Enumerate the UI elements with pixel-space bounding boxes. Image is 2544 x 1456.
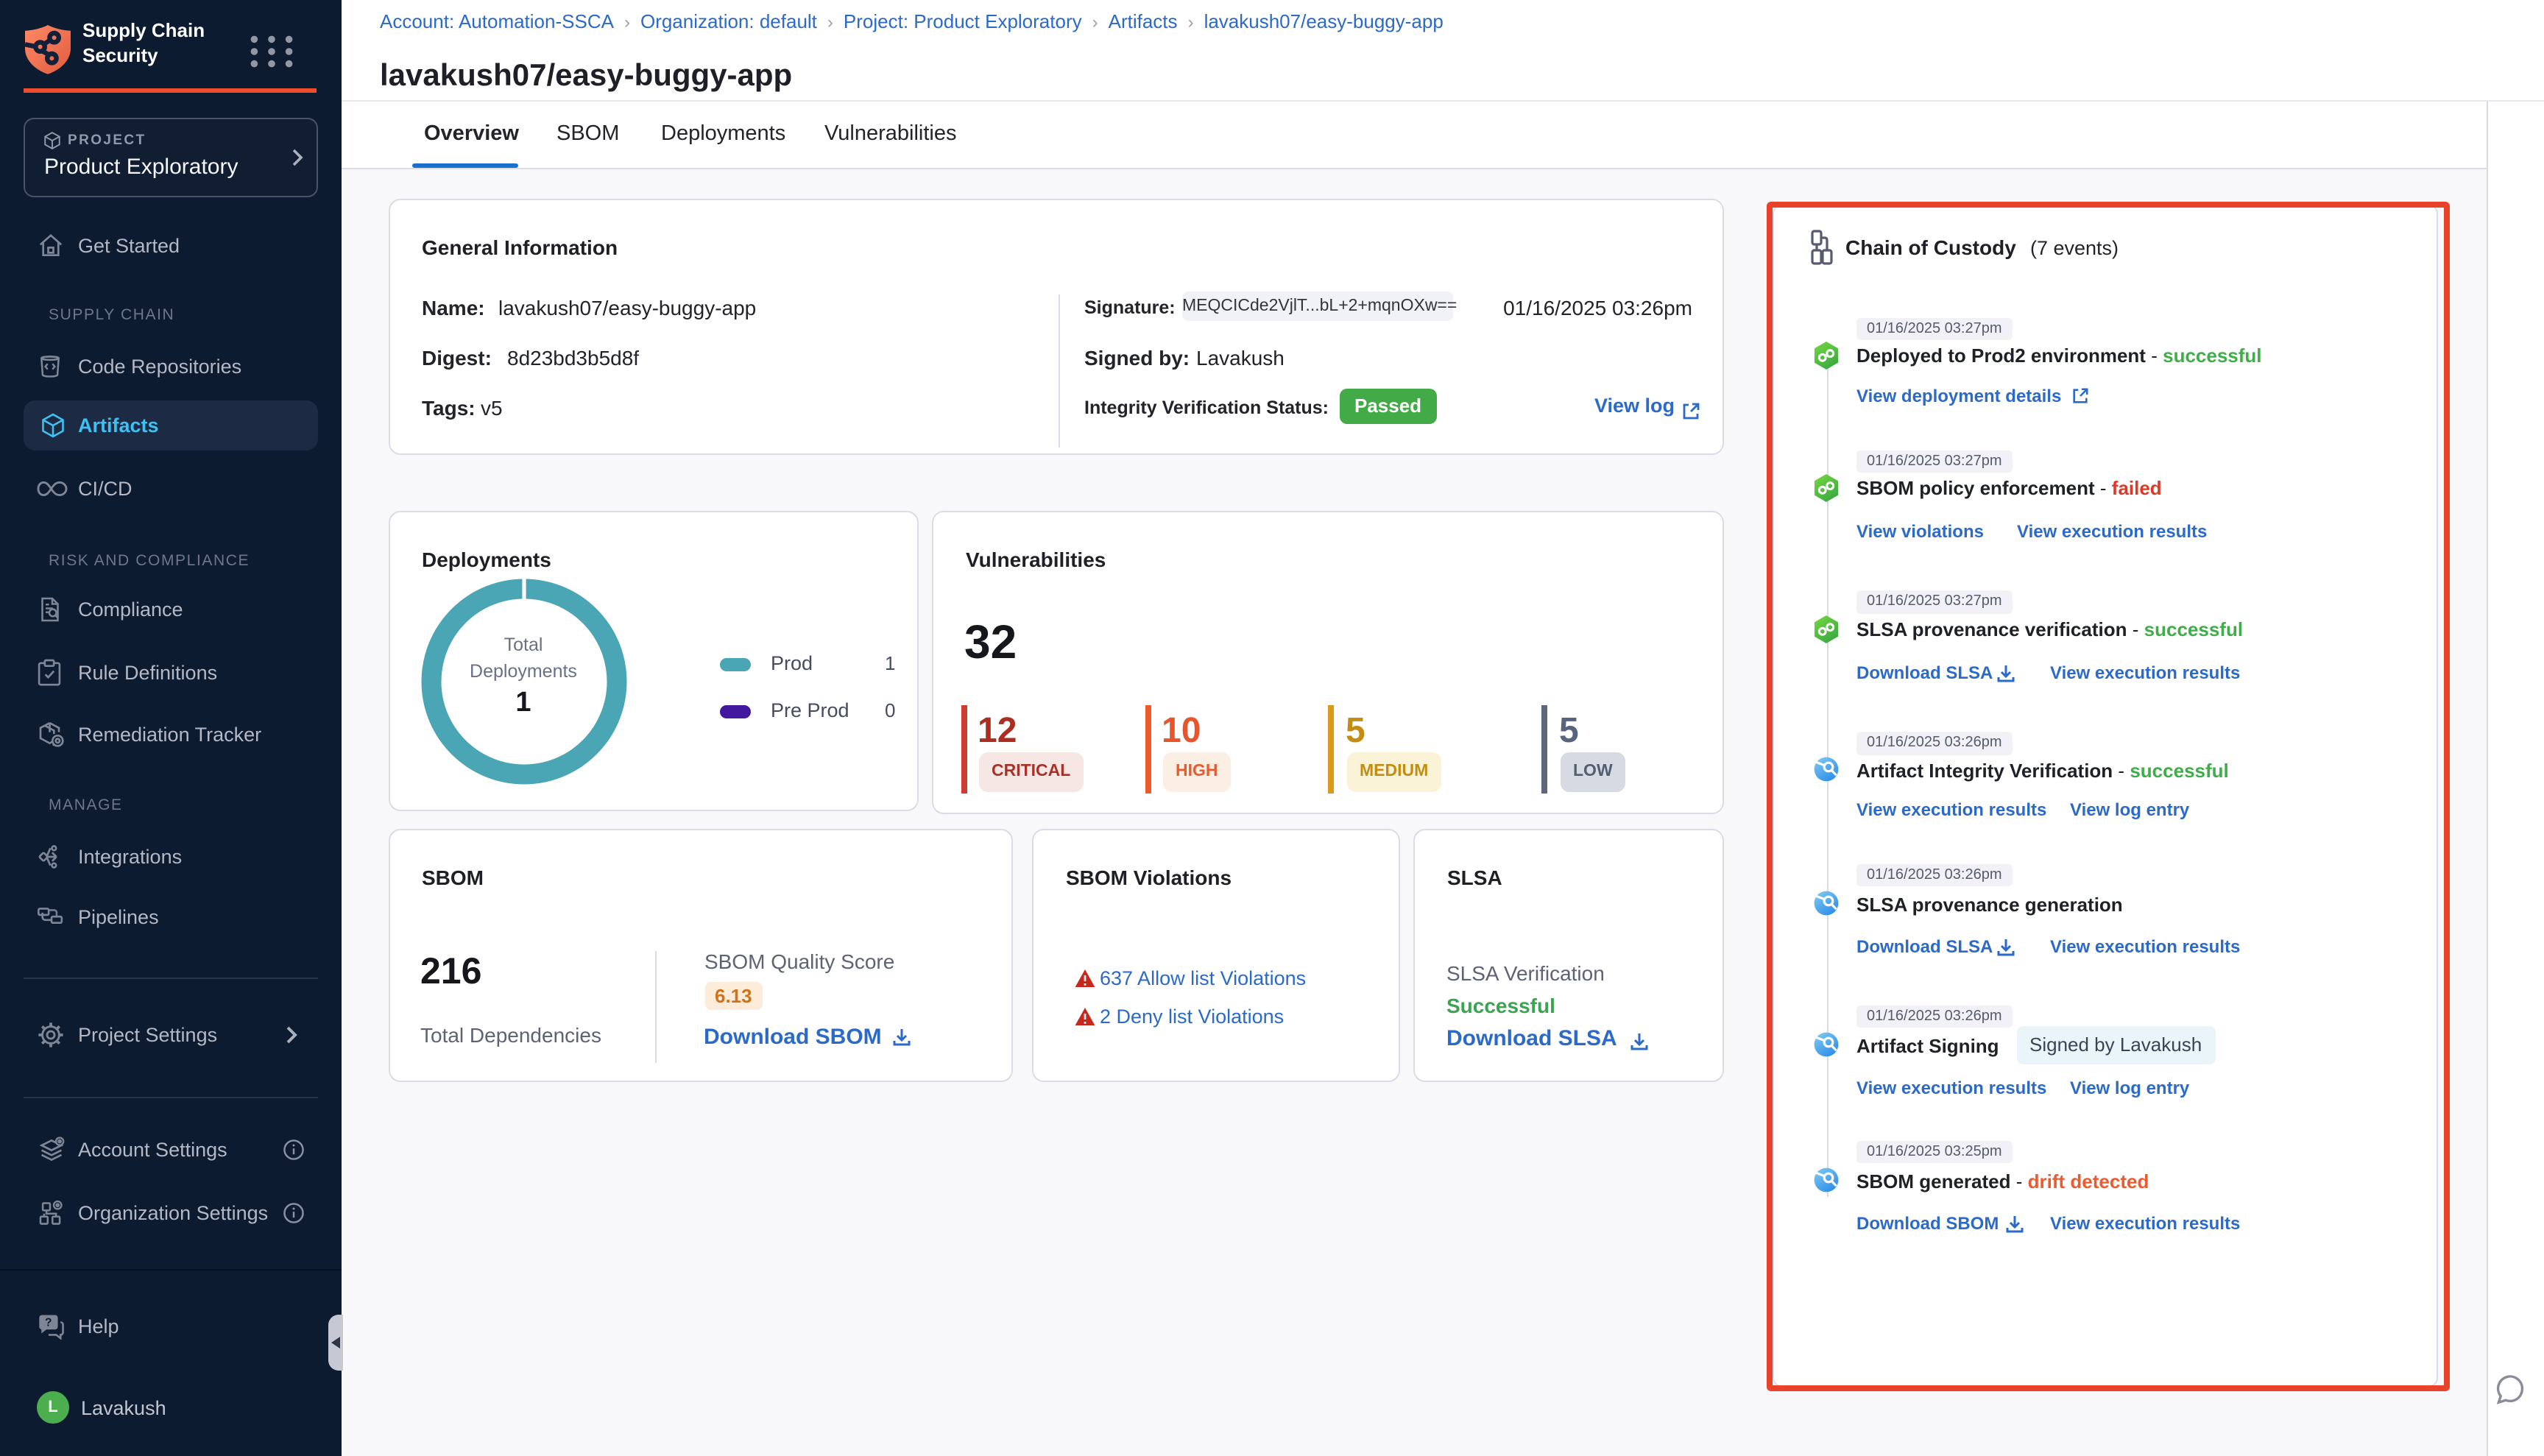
svg-text:?: ? [45, 1317, 52, 1329]
